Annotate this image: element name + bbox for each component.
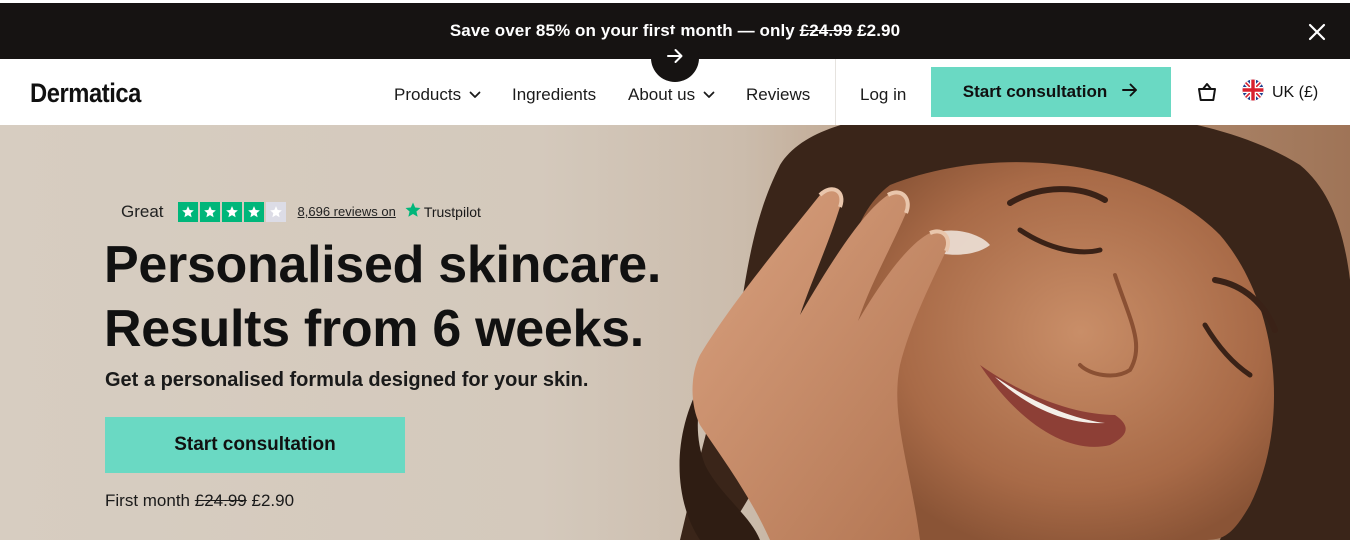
trust-rating-word: Great: [121, 201, 164, 221]
nav-divider: [835, 59, 836, 125]
arrow-right-icon: [665, 46, 685, 71]
star-icon: [221, 201, 242, 222]
trustpilot-star-icon: [404, 201, 422, 222]
close-icon[interactable]: [1306, 21, 1328, 43]
uk-flag-icon: [1242, 79, 1264, 106]
chevron-down-icon: [703, 91, 715, 99]
start-consultation-button[interactable]: Start consultation: [931, 67, 1171, 117]
trustpilot-label: Trustpilot: [423, 203, 481, 220]
star-icon: [177, 201, 198, 222]
nav-item-label: About us: [628, 85, 696, 104]
nav-item-label: Reviews: [746, 85, 811, 104]
promo-new-price: £2.90: [857, 21, 901, 40]
hero-cta-label: Start consultation: [174, 434, 336, 455]
price-prefix: First month: [105, 491, 191, 510]
arrow-right-icon: [1121, 81, 1139, 104]
login-link[interactable]: Log in: [860, 85, 906, 105]
start-consultation-label: Start consultation: [962, 82, 1108, 101]
nav-item-label: Ingredients: [512, 85, 597, 104]
hero-photo: [679, 125, 1350, 540]
hero-section: Great 8,696 reviews on Trustpilot Person…: [0, 125, 1350, 540]
new-price: £2.90: [251, 491, 295, 510]
nav-item-ingredients[interactable]: Ingredients: [512, 85, 596, 105]
star-icon: [265, 201, 286, 222]
nav-item-about-us[interactable]: About us: [628, 85, 715, 105]
trustpilot-widget: Great 8,696 reviews on Trustpilot: [121, 201, 481, 222]
old-price: £24.99: [194, 491, 247, 510]
hero-headline: Personalised skincare. Results from 6 we…: [104, 233, 661, 361]
logo[interactable]: Dermatica: [30, 78, 141, 109]
promo-old-price: £24.99: [799, 21, 853, 40]
price-line: First month £24.99 £2.90: [105, 491, 294, 511]
reviews-link[interactable]: 8,696 reviews on: [298, 204, 396, 219]
locale-label: UK (£): [1272, 83, 1319, 101]
promo-next-button[interactable]: [651, 34, 699, 82]
nav-item-reviews[interactable]: Reviews: [746, 85, 810, 105]
nav-item-label: Products: [394, 85, 462, 104]
hero-start-consultation-button[interactable]: Start consultation: [105, 417, 405, 473]
basket-icon[interactable]: [1196, 81, 1218, 103]
locale-selector[interactable]: UK (£): [1242, 79, 1318, 106]
hero-subhead: Get a personalised formula designed for …: [105, 369, 589, 391]
headline-line-1: Personalised skincare.: [104, 236, 662, 294]
trustpilot-logo[interactable]: Trustpilot: [404, 201, 481, 222]
star-icon: [199, 201, 220, 222]
star-rating: [177, 201, 286, 222]
headline-line-2: Results from 6 weeks.: [104, 300, 644, 358]
promo-text-prefix: Save over 85% on your first month — only: [449, 21, 800, 40]
nav-item-products[interactable]: Products: [394, 85, 481, 105]
star-icon: [243, 201, 264, 222]
chevron-down-icon: [469, 91, 481, 99]
